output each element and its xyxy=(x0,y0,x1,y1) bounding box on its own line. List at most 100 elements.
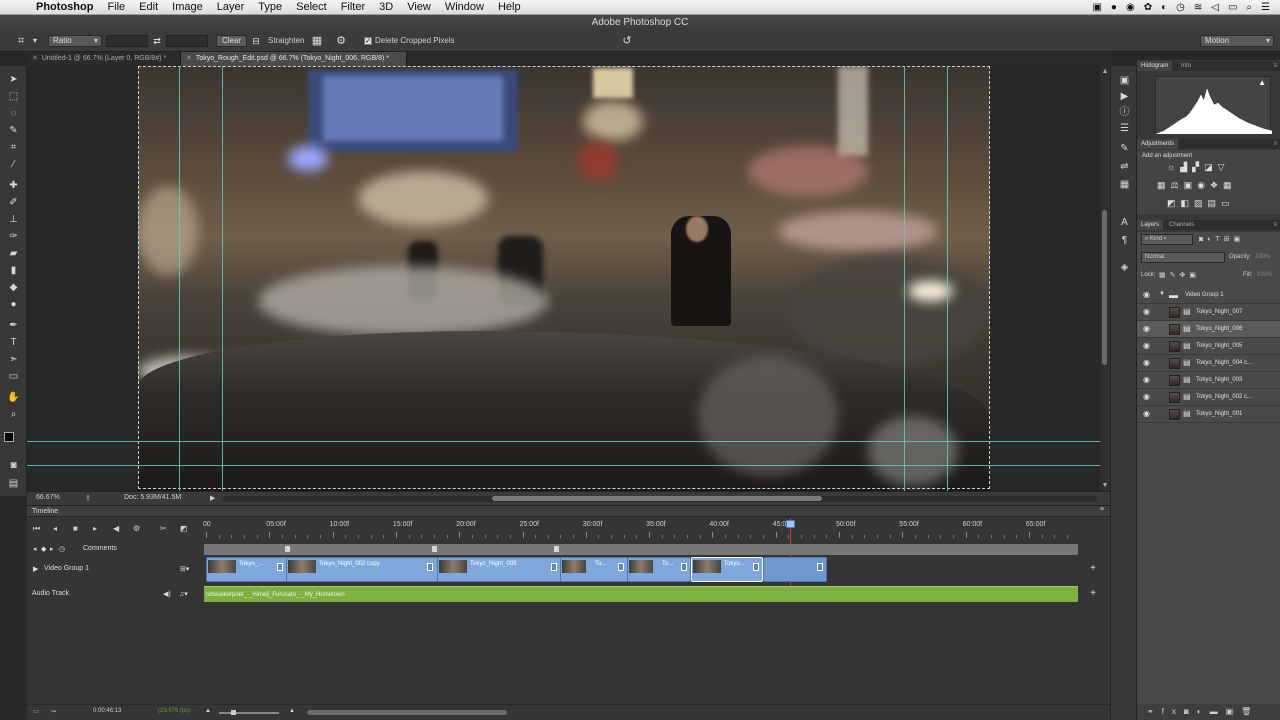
canvas-horizontal-scrollbar[interactable] xyxy=(222,496,1097,502)
scroll-up-icon[interactable]: ▲ xyxy=(1100,68,1110,75)
app-menu[interactable]: Photoshop xyxy=(36,1,93,13)
tool-presets-icon[interactable]: ▦ xyxy=(1117,178,1132,192)
music-note-icon[interactable]: ♫▾ xyxy=(179,590,188,598)
gradient-tool-icon[interactable]: ▮ xyxy=(6,263,21,278)
dodge-tool-icon[interactable]: ● xyxy=(6,297,21,312)
hue-saturation-icon[interactable]: ▦ xyxy=(1157,180,1171,190)
menu-edit[interactable]: Edit xyxy=(139,1,158,13)
curves-icon[interactable]: ▞ xyxy=(1192,162,1204,172)
zoom-slider-thumb[interactable] xyxy=(231,710,236,715)
split-scissors-icon[interactable]: ✂ xyxy=(160,524,167,533)
panel-menu-icon[interactable]: ≡ xyxy=(1273,139,1277,149)
fill-value[interactable]: 100% xyxy=(1257,272,1272,278)
reset-icon[interactable]: ↺ xyxy=(620,34,634,48)
layer-row[interactable]: ◉ ▤ Tokyo_Night_002 c... xyxy=(1137,389,1280,406)
pen-tool-icon[interactable]: ✒ xyxy=(6,318,21,333)
add-media-icon[interactable]: ⊞▾ xyxy=(180,565,189,573)
video-clip-empty[interactable] xyxy=(763,557,827,582)
shape-tool-icon[interactable]: ▭ xyxy=(6,369,21,384)
menu-3d[interactable]: 3D xyxy=(379,1,393,13)
zoom-out-icon[interactable]: ▲ xyxy=(205,708,211,714)
comment-marker[interactable] xyxy=(554,546,559,552)
quick-mask-icon[interactable]: ◙ xyxy=(6,458,21,473)
guide-vertical[interactable] xyxy=(179,66,180,491)
character-icon[interactable]: A xyxy=(1117,216,1132,230)
time-ruler[interactable]: 00 05:00f 10:00f 15:00f 20:00f 25:00f 30:00f 35… xyxy=(202,518,1078,540)
healing-tool-icon[interactable]: ✚ xyxy=(6,178,21,193)
straighten-icon[interactable]: ⊟ xyxy=(249,34,263,48)
brush-tool-icon[interactable]: ✐ xyxy=(6,195,21,210)
volume-icon[interactable]: ◁ xyxy=(1211,2,1219,13)
layer-row-selected[interactable]: ◉ ▤ Tokyo_Night_006 xyxy=(1137,321,1280,338)
canvas-vertical-scrollbar[interactable]: ▲ ▼ xyxy=(1100,66,1110,491)
expand-group-icon[interactable]: ▶ xyxy=(33,565,38,573)
tab-layers[interactable]: Layers xyxy=(1137,220,1164,230)
menu-image[interactable]: Image xyxy=(172,1,203,13)
blur-tool-icon[interactable]: ◆ xyxy=(6,280,21,295)
zoom-in-icon[interactable]: ▲ xyxy=(289,708,295,714)
layers-footer-icons[interactable]: ⚭fx◙◐▬▣🗑 xyxy=(1137,704,1280,720)
menu-view[interactable]: View xyxy=(407,1,431,13)
time-machine-icon[interactable]: ◷ xyxy=(1176,2,1185,13)
height-field[interactable] xyxy=(166,35,208,47)
settings-gear-icon[interactable]: ⚙ xyxy=(334,34,348,48)
layer-group-row[interactable]: ◉ ▼ ▬ Video Group 1 xyxy=(1137,287,1280,304)
scrollbar-thumb[interactable] xyxy=(1102,210,1107,365)
prev-keyframe-icon[interactable]: ◂ xyxy=(33,545,37,553)
tab-tokyo-rough-edit[interactable]: ✕ Tokyo_Rough_Edit.psd @ 66.7% (Tokyo_Nig… xyxy=(181,52,407,66)
eraser-tool-icon[interactable]: ▰ xyxy=(6,246,21,261)
photo-filter-icon[interactable]: ◉ xyxy=(1197,180,1210,190)
stop-icon[interactable]: ■ xyxy=(73,524,78,533)
stamp-tool-icon[interactable]: ⊥ xyxy=(6,212,21,227)
timeline-zoom-slider[interactable] xyxy=(219,710,279,715)
guide-vertical[interactable] xyxy=(947,66,948,491)
swap-icon[interactable]: ⇄ xyxy=(150,34,164,48)
posterize-icon[interactable]: ◧ xyxy=(1181,198,1195,208)
menu-help[interactable]: Help xyxy=(498,1,521,13)
status-menu-arrow-icon[interactable]: ▶ xyxy=(210,494,215,502)
visibility-eye-icon[interactable]: ◉ xyxy=(1143,291,1150,299)
guide-horizontal[interactable] xyxy=(27,441,1110,442)
history-icon[interactable]: ▣ xyxy=(1117,74,1132,88)
clone-source-icon[interactable]: ⇌ xyxy=(1117,160,1132,174)
gradient-map-icon[interactable]: ▭ xyxy=(1221,198,1235,208)
render-video-icon[interactable]: ▭ xyxy=(33,708,39,715)
close-tab-icon[interactable]: ✕ xyxy=(32,55,38,62)
hand-tool-icon[interactable]: ✋ xyxy=(6,390,21,405)
width-field[interactable] xyxy=(106,35,148,47)
tab-info[interactable]: Info xyxy=(1177,61,1195,71)
lock-icons[interactable]: ▦✎✥▣ xyxy=(1159,271,1200,279)
visibility-eye-icon[interactable]: ◉ xyxy=(1143,376,1150,384)
current-time[interactable]: 0:00:46:13 xyxy=(93,708,121,714)
visibility-eye-icon[interactable]: ◉ xyxy=(1143,325,1150,333)
layer-filter-icons[interactable]: ◙◐T⊞▣ xyxy=(1199,235,1244,243)
tab-adjustments[interactable]: Adjustments xyxy=(1137,139,1179,149)
canvas-area[interactable] xyxy=(27,66,1110,491)
status-icon-3[interactable]: ◉ xyxy=(1126,2,1135,13)
layer-row[interactable]: ◉ ▤ Tokyo_Night_005 xyxy=(1137,338,1280,355)
guide-horizontal[interactable] xyxy=(27,465,1110,466)
panel-menu-icon[interactable]: ≡ xyxy=(1273,220,1277,230)
panel-menu-icon[interactable]: ≡ xyxy=(1100,506,1104,513)
add-audio-track-icon[interactable]: + xyxy=(1090,588,1096,599)
channel-mixer-icon[interactable]: ❖ xyxy=(1210,180,1223,190)
workspace-select[interactable]: Motion xyxy=(1200,35,1274,47)
status-icon-1[interactable]: ▣ xyxy=(1092,2,1101,13)
layer-row[interactable]: ◉ ▤ Tokyo_Night_001 xyxy=(1137,406,1280,423)
comments-bar[interactable] xyxy=(204,544,1078,555)
scroll-down-icon[interactable]: ▼ xyxy=(1100,482,1110,489)
list-icon[interactable]: ☰ xyxy=(1261,2,1270,13)
info-icon[interactable]: ⓘ xyxy=(1117,106,1132,120)
video-clip-selected[interactable]: Tokyo... xyxy=(691,557,763,582)
crop-tool-icon[interactable]: ⌗ xyxy=(14,34,28,48)
layer-row[interactable]: ◉ ▤ Tokyo_Night_007 xyxy=(1137,304,1280,321)
guide-vertical[interactable] xyxy=(904,66,905,491)
paragraph-icon[interactable]: ¶ xyxy=(1117,234,1132,248)
menu-select[interactable]: Select xyxy=(296,1,327,13)
clear-button[interactable]: Clear xyxy=(216,35,248,47)
scrollbar-thumb[interactable] xyxy=(492,496,822,501)
crop-tool-icon[interactable]: ⌗ xyxy=(6,140,21,155)
straighten-button[interactable]: Straighten xyxy=(268,36,304,45)
status-icon-4[interactable]: ✿ xyxy=(1144,2,1152,13)
layer-row[interactable]: ◉ ▤ Tokyo_Night_004 c... xyxy=(1137,355,1280,372)
